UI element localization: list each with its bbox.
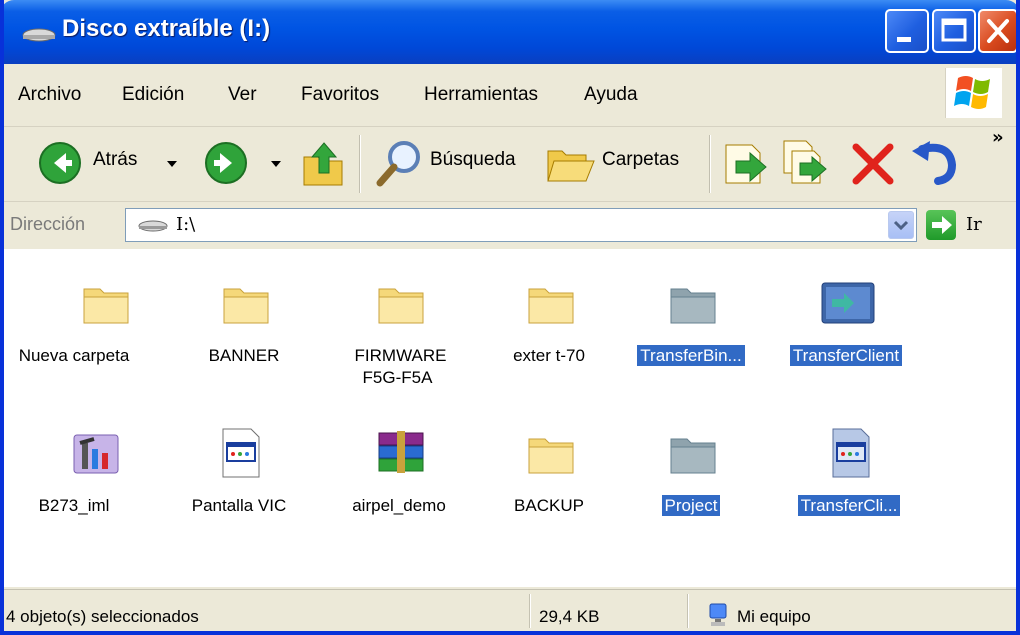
minimize-button[interactable]	[885, 9, 929, 53]
menu-archivo[interactable]: Archivo	[18, 84, 81, 106]
maximize-icon	[941, 18, 967, 42]
file-item[interactable]: TransferCli...	[779, 407, 919, 557]
executable-icon	[832, 428, 870, 478]
explorer-window: Disco extraíble (I:) Archivo Edición Ver…	[0, 0, 1020, 635]
my-computer-icon	[709, 603, 727, 626]
chevron-down-icon	[893, 220, 909, 231]
status-size: 29,4 KB	[539, 607, 600, 626]
search-button[interactable]: Búsqueda	[370, 135, 530, 193]
file-item[interactable]: Pantalla VIC	[169, 407, 309, 557]
folder-icon	[670, 438, 716, 474]
file-item-label: Nueva carpeta	[18, 346, 130, 365]
go-button[interactable]	[926, 210, 956, 240]
back-dropdown-icon[interactable]	[166, 158, 178, 170]
menu-edicion[interactable]: Edición	[122, 84, 184, 106]
menu-ayuda[interactable]: Ayuda	[584, 84, 638, 106]
copy-to-icon[interactable]	[782, 139, 830, 189]
go-arrow-icon	[932, 216, 952, 234]
file-item-label: FIRMWARE F5G-F5A	[354, 346, 447, 387]
file-item[interactable]: FIRMWARE F5G-F5A	[329, 257, 469, 407]
file-item[interactable]: Project	[621, 407, 761, 557]
back-button[interactable]: Atrás	[18, 135, 188, 193]
address-bar: Dirección I:\ Ir	[4, 202, 1016, 248]
folders-label: Carpetas	[602, 149, 680, 170]
forward-dropdown-icon[interactable]	[270, 158, 282, 170]
folder-icon	[528, 288, 574, 324]
file-item-label: TransferCli...	[797, 495, 901, 516]
up-folder-icon[interactable]	[300, 139, 346, 189]
file-item[interactable]: B273_iml	[24, 407, 164, 557]
close-button[interactable]	[978, 9, 1016, 53]
file-item[interactable]: BANNER	[174, 257, 314, 407]
search-label: Búsqueda	[430, 149, 516, 170]
transfer-app-icon	[821, 282, 875, 324]
folder-icon	[378, 288, 424, 324]
file-view[interactable]: Nueva carpeta BANNER FIRMWARE F5G-F5A ex…	[4, 249, 1016, 587]
file-item[interactable]: airpel_demo	[329, 407, 469, 557]
toolbar-overflow-chevron[interactable]: »	[992, 127, 1004, 148]
folder-icon	[83, 288, 129, 324]
minimize-icon	[897, 37, 911, 42]
file-item[interactable]: TransferClient	[776, 257, 916, 407]
drive-icon	[138, 220, 168, 232]
address-value: I:\	[176, 214, 196, 235]
folder-icon	[223, 288, 269, 324]
folder-icon	[670, 288, 716, 324]
go-label[interactable]: Ir	[966, 214, 982, 235]
move-to-icon[interactable]	[722, 139, 770, 189]
address-dropdown-button[interactable]	[888, 211, 914, 239]
file-item-label: Pantalla VIC	[191, 496, 287, 515]
removable-drive-icon	[22, 28, 56, 42]
menu-bar: Archivo Edición Ver Favoritos Herramient…	[4, 64, 1016, 127]
standard-toolbar: Atrás Búsqueda Carpetas »	[4, 127, 1016, 202]
folders-button[interactable]: Carpetas	[544, 135, 694, 193]
file-item[interactable]: BACKUP	[479, 407, 619, 557]
forward-arrow-icon	[205, 142, 247, 184]
file-item-label: B273_iml	[38, 496, 110, 515]
status-divider	[529, 594, 531, 628]
menu-herramientas[interactable]: Herramientas	[424, 84, 538, 106]
back-label: Atrás	[93, 149, 138, 170]
menu-ver[interactable]: Ver	[228, 84, 257, 106]
status-bar: 4 objeto(s) seleccionados 29,4 KB Mi equ…	[4, 589, 1016, 631]
address-label: Dirección	[10, 214, 86, 234]
delete-icon[interactable]	[850, 141, 896, 187]
back-arrow-icon	[39, 142, 81, 184]
file-item-label: BACKUP	[514, 496, 584, 515]
window-title: Disco extraíble (I:)	[62, 15, 271, 42]
folder-icon	[528, 438, 574, 474]
folders-icon	[547, 150, 595, 182]
search-icon	[376, 141, 420, 187]
windows-logo	[945, 68, 1002, 118]
status-divider	[687, 594, 689, 628]
file-item-label: Project	[661, 495, 721, 516]
winrar-archive-icon	[378, 431, 424, 473]
toolbar-separator	[709, 135, 711, 193]
undo-icon[interactable]	[910, 139, 960, 187]
status-location: Mi equipo	[737, 607, 811, 626]
file-item-label: airpel_demo	[352, 496, 446, 515]
maximize-button[interactable]	[932, 9, 976, 53]
file-item-label: exter t-70	[513, 346, 585, 365]
menu-favoritos[interactable]: Favoritos	[301, 84, 379, 106]
file-item-label: BANNER	[208, 346, 280, 365]
address-field[interactable]: I:\	[125, 208, 917, 242]
file-item[interactable]: exter t-70	[479, 257, 619, 407]
status-selection-count: 4 objeto(s) seleccionados	[6, 607, 199, 626]
file-item-label: TransferBin...	[637, 345, 745, 366]
file-item[interactable]: Nueva carpeta	[19, 257, 174, 407]
forward-button[interactable]	[200, 135, 290, 193]
file-item-label: TransferClient	[789, 345, 903, 366]
file-item[interactable]: TransferBin...	[621, 257, 761, 407]
close-icon	[987, 19, 1009, 43]
title-bar[interactable]: Disco extraíble (I:)	[4, 0, 1016, 64]
executable-icon	[222, 428, 260, 478]
toolbar-separator	[359, 135, 361, 193]
windows-flag-icon	[954, 76, 990, 109]
tool-icon	[73, 434, 119, 474]
